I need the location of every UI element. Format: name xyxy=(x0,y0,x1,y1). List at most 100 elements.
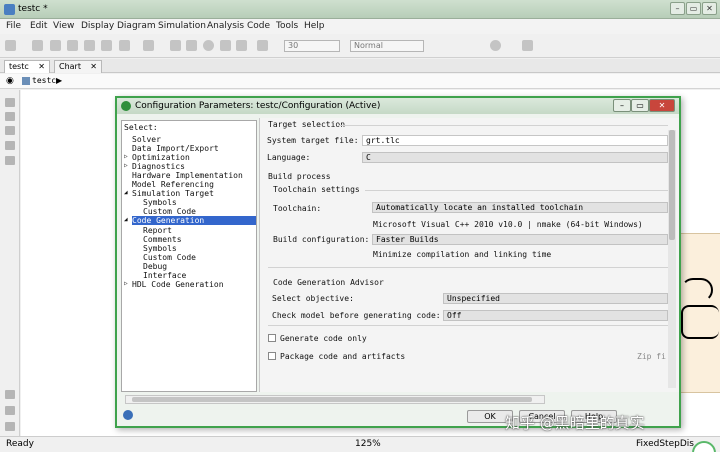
check-model-select[interactable]: Off xyxy=(443,310,668,321)
dialog-maximize-button[interactable]: ▭ xyxy=(631,99,649,112)
forward-icon[interactable] xyxy=(67,40,78,51)
dialog-minimize-button[interactable]: – xyxy=(613,99,631,112)
select-objective-label: Select objective: xyxy=(272,294,354,303)
arrow-icon[interactable] xyxy=(5,126,15,135)
maximize-button[interactable]: ▭ xyxy=(686,2,701,15)
tree-expander-icon[interactable]: ▷ xyxy=(124,280,128,287)
new-model-icon[interactable] xyxy=(5,40,16,51)
tree-item[interactable]: Symbols xyxy=(143,198,177,207)
tree-expander-icon[interactable]: ▷ xyxy=(124,153,128,160)
menu-help[interactable]: Help xyxy=(304,21,325,31)
tree-expander-icon[interactable]: ▷ xyxy=(124,162,128,169)
menu-tools[interactable]: Tools xyxy=(276,21,298,31)
tree-item[interactable]: Solver xyxy=(132,135,161,144)
build-configuration-select[interactable]: Faster Builds xyxy=(372,234,668,245)
section-divider xyxy=(268,267,668,268)
grid-options-icon[interactable] xyxy=(522,40,533,51)
close-tab-icon[interactable]: ✕ xyxy=(90,62,97,71)
dialog-close-button[interactable]: ✕ xyxy=(649,99,675,112)
report-icon[interactable] xyxy=(5,406,15,415)
select-label: Select: xyxy=(124,123,158,132)
menu-file[interactable]: File xyxy=(6,21,21,31)
tree-expander-icon[interactable]: ◢ xyxy=(124,216,128,223)
record-icon[interactable] xyxy=(257,40,268,51)
run-icon[interactable] xyxy=(203,40,214,51)
generate-code-only-label: Generate code only xyxy=(280,334,367,343)
library-icon[interactable] xyxy=(101,40,112,51)
step-back-icon[interactable] xyxy=(170,40,181,51)
system-target-file-input[interactable]: grt.tlc xyxy=(362,135,668,146)
image-icon[interactable] xyxy=(5,156,15,165)
status-text: Ready xyxy=(6,439,34,449)
pane-vertical-scrollbar[interactable] xyxy=(668,130,676,388)
tree-item[interactable]: Hardware Implementation xyxy=(132,171,243,180)
performance-advisor-icon[interactable] xyxy=(490,40,501,51)
section-divider xyxy=(365,190,668,191)
tab-label: Chart xyxy=(59,62,81,71)
menu-code[interactable]: Code xyxy=(247,21,270,31)
tab-testc[interactable]: testc ✕ xyxy=(4,60,50,73)
toolchain-label: Toolchain: xyxy=(273,204,322,213)
step-forward-icon[interactable] xyxy=(220,40,231,51)
tab-label: testc xyxy=(9,62,29,71)
simulation-mode-select[interactable]: Normal xyxy=(350,40,424,52)
menu-edit[interactable]: Edit xyxy=(30,21,47,31)
language-select[interactable]: C xyxy=(362,152,668,163)
step-icon[interactable] xyxy=(186,40,197,51)
generate-code-only-checkbox[interactable] xyxy=(268,334,276,342)
minimize-button[interactable]: – xyxy=(670,2,685,15)
tree-item[interactable]: Optimization xyxy=(132,153,190,162)
package-code-label: Package code and artifacts xyxy=(280,352,406,361)
state-box[interactable] xyxy=(681,305,719,339)
tree-item[interactable]: Data Import/Export xyxy=(132,144,219,153)
settings-gear-icon[interactable] xyxy=(119,40,130,51)
menu-diagram[interactable]: Diagram xyxy=(117,21,156,31)
tree-item[interactable]: Custom Code xyxy=(143,207,196,216)
solver-status: FixedStepDis xyxy=(636,439,694,449)
zoom-icon[interactable] xyxy=(5,98,15,107)
close-tab-icon[interactable]: ✕ xyxy=(38,62,45,71)
address-path[interactable]: testc xyxy=(32,76,56,85)
close-button[interactable]: ✕ xyxy=(702,2,717,15)
hide-browser-icon[interactable]: ◉ xyxy=(6,76,14,86)
scroll-thumb[interactable] xyxy=(669,130,675,240)
menu-analysis[interactable]: Analysis xyxy=(207,21,244,31)
build-configuration-label: Build configuration: xyxy=(273,235,370,244)
back-icon[interactable] xyxy=(50,40,61,51)
tree-item[interactable]: Code Generation xyxy=(132,216,256,226)
up-icon[interactable] xyxy=(84,40,95,51)
hide-icon[interactable] xyxy=(5,422,15,431)
package-code-checkbox[interactable] xyxy=(268,352,276,360)
tree-item[interactable]: Report xyxy=(143,226,172,235)
stop-icon[interactable] xyxy=(236,40,247,51)
section-divider xyxy=(268,325,668,326)
tree-item[interactable]: Interface xyxy=(143,271,186,280)
tab-chart[interactable]: Chart ✕ xyxy=(54,60,102,73)
tree-item[interactable]: Simulation Target xyxy=(132,189,214,198)
model-explorer-icon[interactable] xyxy=(143,40,154,51)
zip-file-label: Zip fi xyxy=(637,352,666,361)
menu-display[interactable]: Display xyxy=(81,21,114,31)
category-tree[interactable]: Select: Solver Data Import/Export ▷ Optimiz… xyxy=(121,120,257,392)
annotation-icon[interactable] xyxy=(5,141,15,150)
menu-simulation[interactable]: Simulation xyxy=(158,21,206,31)
menu-view[interactable]: View xyxy=(53,21,74,31)
tree-item[interactable]: Custom Code xyxy=(143,253,196,262)
fit-view-icon[interactable] xyxy=(5,112,15,121)
tree-item[interactable]: Diagnostics xyxy=(132,162,185,171)
tree-item[interactable]: Symbols xyxy=(143,244,177,253)
save-icon[interactable] xyxy=(32,40,43,51)
help-question-icon[interactable] xyxy=(123,410,133,420)
scroll-thumb[interactable] xyxy=(132,397,532,402)
toolchain-select[interactable]: Automatically locate an installed toolch… xyxy=(372,202,668,213)
tree-item[interactable]: Model Referencing xyxy=(132,180,214,189)
tree-item[interactable]: Debug xyxy=(143,262,167,271)
objective-select[interactable]: Unspecified xyxy=(443,293,668,304)
tree-item[interactable]: HDL Code Generation xyxy=(132,280,224,289)
check-model-label: Check model before generating code: xyxy=(272,311,441,320)
tree-item[interactable]: Comments xyxy=(143,235,182,244)
model-browser-icon[interactable] xyxy=(5,390,15,399)
tree-expander-icon[interactable]: ◢ xyxy=(124,189,128,196)
tree-horizontal-scrollbar[interactable] xyxy=(125,395,545,404)
stop-time-input[interactable]: 30 xyxy=(284,40,340,52)
